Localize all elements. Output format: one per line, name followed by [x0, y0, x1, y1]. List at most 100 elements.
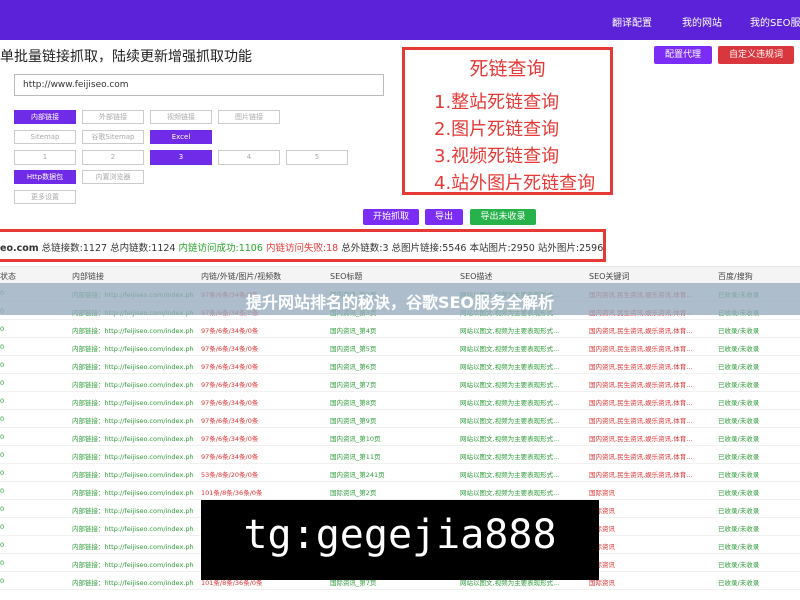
table-row[interactable]: 0 内部链接：http://feijiseo.com/index.php 97条/6…: [0, 356, 800, 374]
table-cell: 国内资讯_第4页: [330, 327, 377, 335]
option-thread-5[interactable]: 5: [286, 150, 348, 165]
table-row[interactable]: 0 内部链接：http://feijiseo.com/index.php 97条/6…: [0, 446, 800, 464]
table-cell: 内部链接：http://feijiseo.com/index.php: [72, 543, 194, 551]
table-cell: 国内资讯_第7页: [330, 381, 377, 389]
table-row[interactable]: 0 内部链接：http://feijiseo.com/index.php 97条/6…: [0, 392, 800, 410]
table-cell: 内部链接：http://feijiseo.com/index.php: [72, 471, 194, 479]
table-cell: 内部链接：http://feijiseo.com/index.php: [72, 525, 194, 533]
table-cell: 0: [0, 451, 5, 459]
table-cell: 国内资讯,民生资讯,娱乐资讯,体育...: [589, 363, 693, 371]
table-cell: 国际资讯: [589, 561, 615, 569]
table-cell: 已收录/未收录: [718, 435, 760, 443]
table-cell: 内部链接：http://feijiseo.com/index.php: [72, 489, 194, 497]
watermark-text: tg:gegejia888: [243, 512, 557, 558]
table-cell: 内部链接：http://feijiseo.com/index.php: [72, 507, 194, 515]
option-image-links[interactable]: 图片链接: [218, 110, 280, 124]
nav-translate-config[interactable]: 翻译配置: [612, 14, 652, 29]
table-cell: 内部链接：http://feijiseo.com/index.php: [72, 399, 194, 407]
table-cell: 国内资讯,民生资讯,娱乐资讯,体育...: [589, 381, 693, 389]
dead-link-callout: 死链查询 1.整站死链查询 2.图片死链查询 3.视频死链查询 4.站外图片死链…: [402, 47, 613, 195]
option-internal-links[interactable]: 内部链接: [14, 110, 76, 124]
url-input[interactable]: http://www.feijiseo.com: [14, 74, 384, 96]
option-more-settings[interactable]: 更多设置: [14, 190, 76, 204]
table-cell: 国内资讯,民生资讯,娱乐资讯,体育...: [589, 471, 693, 479]
table-row[interactable]: 0 内部链接：http://feijiseo.com/index.php 97条/6…: [0, 410, 800, 428]
table-cell: 网站以图文,视频为主要表现形式...: [460, 327, 560, 335]
option-http-packet[interactable]: Http数据包: [14, 170, 76, 184]
custom-keyword-button[interactable]: 自定义违规词: [718, 46, 794, 64]
nav-my-site[interactable]: 我的网站: [682, 14, 722, 29]
option-google-sitemap[interactable]: 谷歌Sitemap: [82, 130, 144, 144]
table-cell: 网站以图文,视频为主要表现形式...: [460, 417, 560, 425]
table-row[interactable]: 0 内部链接：http://feijiseo.com/index.php 97条/6…: [0, 338, 800, 356]
table-cell: 国内资讯_第5页: [330, 345, 377, 353]
config-proxy-button[interactable]: 配置代理: [654, 46, 712, 64]
table-cell: 已收录/未收录: [718, 561, 760, 569]
table-cell: 已收录/未收录: [718, 363, 760, 371]
callout-line-4: 4.站外图片死链查询: [434, 173, 596, 194]
table-cell: 网站以图文,视频为主要表现形式...: [460, 381, 560, 389]
table-row[interactable]: 0 内部链接：http://feijiseo.com/index.php 97条/6…: [0, 320, 800, 338]
table-cell: 国内资讯,民生资讯,娱乐资讯,体育...: [589, 345, 693, 353]
table-cell: 国内资讯,民生资讯,娱乐资讯,体育...: [589, 417, 693, 425]
table-cell: 97条/6条/34条/0条: [201, 381, 259, 389]
export-button[interactable]: 导出: [425, 209, 463, 225]
table-cell: 已收录/未收录: [718, 417, 760, 425]
table-row[interactable]: 0 内部链接：http://feijiseo.com/index.php 53条/8…: [0, 464, 800, 482]
table-cell: 国内资讯,民生资讯,娱乐资讯,体育...: [589, 327, 693, 335]
option-thread-4[interactable]: 4: [218, 150, 280, 165]
th-seo-keywords: SEO关键词: [589, 272, 630, 281]
table-cell: 内部链接：http://feijiseo.com/index.php: [72, 561, 194, 569]
table-cell: 97条/6条/34条/0条: [201, 399, 259, 407]
table-cell: 0: [0, 343, 5, 351]
option-thread-1[interactable]: 1: [14, 150, 76, 165]
table-cell: 0: [0, 469, 5, 477]
option-excel[interactable]: Excel: [150, 130, 212, 144]
banner-title: 提升网站排名的秘诀，谷歌SEO服务全解析: [245, 293, 555, 312]
start-crawl-button[interactable]: 开始抓取: [363, 209, 419, 225]
th-status: 状态: [0, 272, 16, 281]
table-cell: 已收录/未收录: [718, 327, 760, 335]
table-row[interactable]: 0 内部链接：http://feijiseo.com/index.php 101条/…: [0, 482, 800, 500]
callout-line-3: 3.视频死链查询: [434, 146, 560, 167]
stats-site: eo.com: [0, 243, 39, 254]
table-cell: 国内资讯_第8页: [330, 399, 377, 407]
stats-total: 总链接数:1127: [41, 243, 108, 254]
table-row[interactable]: 0 内部链接：http://feijiseo.com/index.php 97条/6…: [0, 374, 800, 392]
option-builtin-browser[interactable]: 内置浏览器: [82, 170, 144, 184]
crawl-stats: eo.com 总链接数:1127 总内链数:1124 内链访问成功:1106 内…: [0, 240, 603, 254]
table-cell: 国际资讯_第2页: [330, 489, 377, 497]
table-cell: 国内资讯_第11页: [330, 453, 381, 461]
table-cell: 0: [0, 577, 5, 585]
stats-local-images: 本站图片:2950: [469, 243, 535, 254]
table-cell: 国内资讯,民生资讯,娱乐资讯,体育...: [589, 399, 693, 407]
table-cell: 97条/6条/34条/0条: [201, 327, 259, 335]
stats-ok: 内链访问成功:1106: [178, 243, 263, 254]
table-cell: 已收录/未收录: [718, 399, 760, 407]
table-cell: 0: [0, 541, 5, 549]
stats-ext-images: 站外图片:2596: [537, 243, 604, 254]
option-thread-2[interactable]: 2: [82, 150, 144, 165]
table-cell: 网站以图文,视频为主要表现形式...: [460, 489, 560, 497]
table-cell: 0: [0, 505, 5, 513]
option-thread-3[interactable]: 3: [150, 150, 212, 165]
th-index-status: 百度/搜狗: [718, 272, 753, 281]
table-cell: 97条/6条/34条/0条: [201, 453, 259, 461]
table-cell: 0: [0, 415, 5, 423]
callout-title: 死链查询: [469, 58, 546, 80]
callout-line-1: 1.整站死链查询: [434, 92, 560, 113]
table-row[interactable]: 0 内部链接：http://feijiseo.com/index.php 97条/6…: [0, 428, 800, 446]
export-unindexed-button[interactable]: 导出未收录: [470, 209, 536, 225]
table-cell: 97条/6条/34条/0条: [201, 345, 259, 353]
table-cell: 内部链接：http://feijiseo.com/index.php: [72, 345, 194, 353]
nav-my-seo[interactable]: 我的SEO服务: [750, 14, 800, 29]
option-external-links[interactable]: 外部链接: [82, 110, 144, 124]
table-cell: 已收录/未收录: [718, 525, 760, 533]
option-video-links[interactable]: 视频链接: [150, 110, 212, 124]
option-sitemap[interactable]: Sitemap: [14, 130, 76, 144]
table-cell: 国内资讯_第10页: [330, 435, 381, 443]
table-cell: 已收录/未收录: [718, 543, 760, 551]
table-cell: 0: [0, 433, 5, 441]
table-cell: 已收录/未收录: [718, 579, 760, 587]
table-cell: 0: [0, 361, 5, 369]
